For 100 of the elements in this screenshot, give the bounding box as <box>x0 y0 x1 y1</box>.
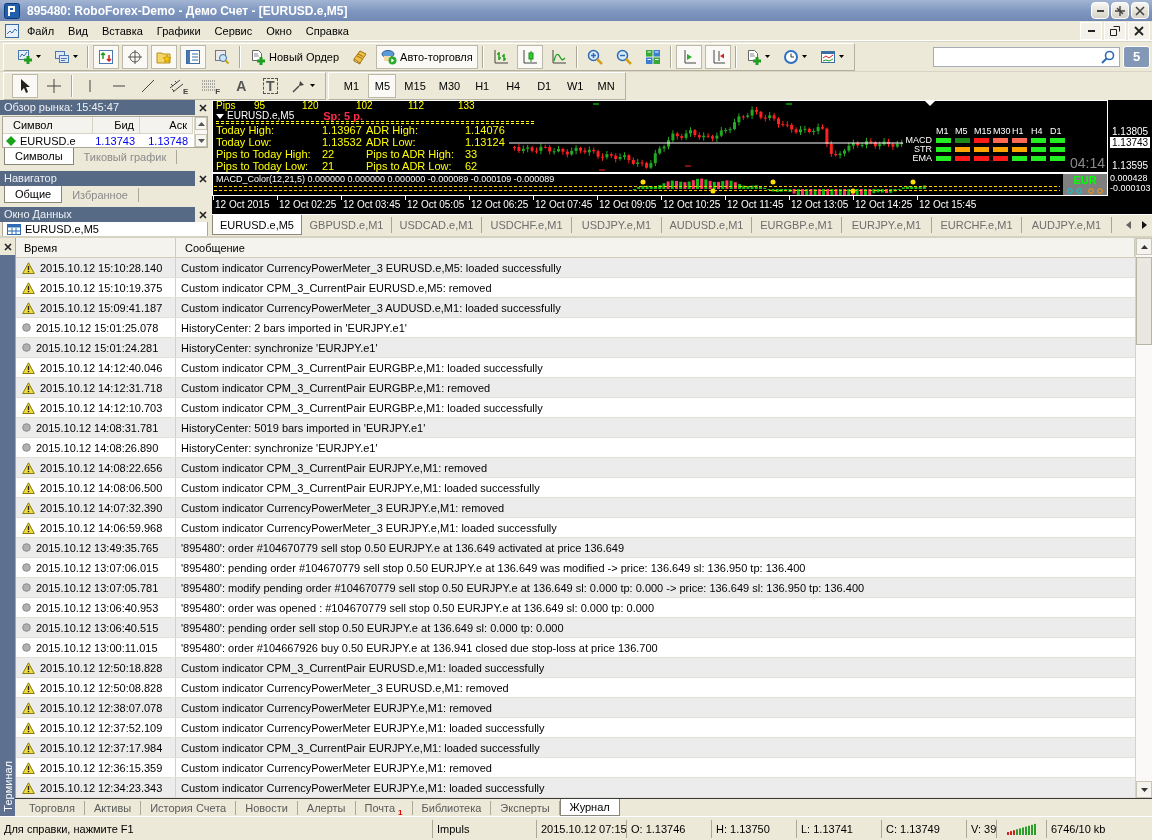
currency-label: EUR <box>1073 174 1097 186</box>
chart-shift-button[interactable] <box>704 44 731 69</box>
terminal-tab[interactable]: Журнал <box>559 799 620 816</box>
terminal-tab[interactable]: Библиотека <box>412 801 492 815</box>
terminal-button[interactable] <box>180 44 206 69</box>
message-cell-text: Custom indicator CPM_3_CurrentPair EURJPY.e,M1: loaded successfully <box>180 740 541 756</box>
scrollbar-thumb[interactable] <box>1136 257 1152 345</box>
chart-tab[interactable]: USDCHF.e,M1 <box>482 217 572 233</box>
message-cell-text: Custom indicator CPM_3_CurrentPair EURUSD.e,M5: removed <box>180 280 493 296</box>
timeframe-button[interactable]: M30 <box>433 73 466 98</box>
warning-icon <box>22 741 35 754</box>
minimize-icon <box>1096 9 1104 12</box>
message-cell-text: '895480': order was opened : #104670779 sell stop 0.50 EURJPY.e at 136.649 sl: 0.000 tp: 0.000 <box>180 600 656 616</box>
menu-item[interactable]: Сервис <box>207 21 260 40</box>
scroll-down-button[interactable] <box>1136 781 1152 798</box>
vertical-line-icon <box>89 79 91 92</box>
candlestick-button[interactable] <box>516 44 543 69</box>
cursor-button[interactable] <box>12 73 38 98</box>
close-button[interactable] <box>1131 2 1149 19</box>
minimize-button[interactable] <box>1080 21 1102 40</box>
terminal-tab[interactable]: Алерты <box>297 801 356 815</box>
close-icon <box>198 103 207 112</box>
restore-button[interactable] <box>1111 2 1129 19</box>
data-window-button[interactable] <box>122 44 148 69</box>
terminal-tab[interactable]: Активы <box>84 801 142 815</box>
message-cell-text: Custom indicator CurrencyPowerMeter_3 EURUSD.e,M1: removed <box>180 680 510 696</box>
text-tool-button[interactable]: A <box>228 73 255 98</box>
terminal-tab[interactable]: Почта $_{1}$ <box>355 801 413 815</box>
column-header[interactable]: Символ <box>3 117 93 134</box>
timeframe-button[interactable]: H4 <box>499 73 528 98</box>
scrollbar[interactable] <box>1135 238 1152 798</box>
autotrading-button[interactable]: Авто-торговля <box>376 44 478 69</box>
minimize-button[interactable] <box>1091 2 1109 19</box>
up-arrow-icon <box>197 121 205 126</box>
symbol-cell: EURUSD.e <box>20 134 76 147</box>
panel-title: Навигатор <box>0 171 195 186</box>
chart-symbol: EURUSD.e,M5 <box>227 111 295 121</box>
warning-icon <box>22 701 35 714</box>
status-dot-icon <box>22 563 31 572</box>
timeframe-button[interactable]: M15 <box>399 73 431 98</box>
column-header[interactable]: Бид <box>93 117 140 134</box>
chart-tab[interactable]: GBPUSD.e,M1 <box>302 217 392 233</box>
status-text: O: 1.13746 <box>626 819 711 838</box>
menu-item[interactable]: Вид <box>61 21 95 40</box>
warning-icon <box>22 501 35 514</box>
time-cell: 2015.10.12 12:34:23.343 <box>40 781 163 794</box>
terminal-tab[interactable]: Эксперты <box>491 801 560 815</box>
text-label-button[interactable]: T <box>257 73 284 98</box>
search-field[interactable] <box>933 46 1120 67</box>
pips-value: 133 <box>458 101 476 111</box>
menu-item[interactable]: Графики <box>149 21 208 40</box>
scroll-up-button[interactable] <box>195 117 207 130</box>
candlestick-icon <box>521 48 538 65</box>
chart-tab[interactable]: AUDJPY.e,M1 <box>1022 217 1112 233</box>
menu-item[interactable]: Файл <box>20 21 62 40</box>
chart-tab[interactable]: EURUSD.e,M5 <box>212 215 302 235</box>
panel-title: Обзор рынка: 15:45:47 <box>0 100 195 115</box>
terminal-tab[interactable]: История Счета <box>141 801 237 815</box>
chart-tab[interactable]: EURJPY.e,M1 <box>842 217 932 233</box>
terminal-tab[interactable]: Торговля <box>20 801 85 815</box>
chart-tab[interactable]: USDCAD.e,M1 <box>392 217 482 233</box>
panel-tab[interactable]: Символы <box>4 148 74 165</box>
restore-button[interactable] <box>1104 21 1126 40</box>
menu-item[interactable]: Окно <box>259 21 299 40</box>
time-cell: 2015.10.12 12:50:08.828 <box>40 681 163 694</box>
chart-tab[interactable]: EURGBP.e,M1 <box>752 217 842 233</box>
menu-item[interactable]: Вставка <box>94 21 150 40</box>
panel-tab[interactable]: Общие <box>4 186 63 203</box>
menu-item[interactable]: Справка <box>298 21 356 40</box>
scroll-up-button[interactable] <box>1136 238 1152 255</box>
market-watch-button[interactable] <box>93 44 119 69</box>
chart-tab[interactable]: USDJPY.e,M1 <box>572 217 662 233</box>
message-cell-text: HistoryCenter: synchronize 'EURJPY.e1' <box>180 440 379 456</box>
column-header[interactable]: Время <box>16 238 176 257</box>
terminal-tab[interactable]: Новости <box>236 801 298 815</box>
message-cell-text: '895480': order #104670779 sell stop 0.50 EURJPY.e at 136.649 activated at price 136.649 <box>180 540 626 556</box>
scale-label: 0.000428 <box>1110 173 1148 183</box>
chart-tab[interactable]: EURCHF.e,M1 <box>932 217 1022 233</box>
timeframe-button[interactable]: D1 <box>530 73 559 98</box>
warning-icon <box>22 461 35 474</box>
timeframe-button[interactable]: W1 <box>561 73 590 98</box>
close-button[interactable] <box>1128 21 1150 40</box>
fibonacci-button[interactable]: F <box>196 73 226 98</box>
column-header[interactable]: Аск <box>140 117 193 134</box>
warning-icon <box>22 481 35 494</box>
new-order-button[interactable]: Новый Ордер <box>245 44 345 69</box>
search-icon <box>1101 49 1115 64</box>
chart-tab[interactable]: AUDUSD.e,M1 <box>662 217 752 233</box>
up-down-arrows-icon <box>98 48 114 65</box>
message-cell-text: Custom indicator CurrencyPowerMeter_3 AUDUSD.e,M1: loaded successfully <box>180 300 562 316</box>
timeframe-button[interactable]: MN <box>592 73 621 98</box>
scroll-down-button[interactable] <box>195 134 207 147</box>
timeframe-button[interactable]: M5 <box>368 73 397 98</box>
warning-icon <box>22 661 35 674</box>
status-dot-icon <box>22 543 31 552</box>
autoscroll-button[interactable] <box>675 44 702 69</box>
timeframe-button[interactable]: H1 <box>468 73 497 98</box>
channel-button[interactable]: E <box>164 73 194 98</box>
timeframe-button[interactable]: M1 <box>337 73 366 98</box>
time-cell: 2015.10.12 12:36:15.359 <box>40 761 163 774</box>
